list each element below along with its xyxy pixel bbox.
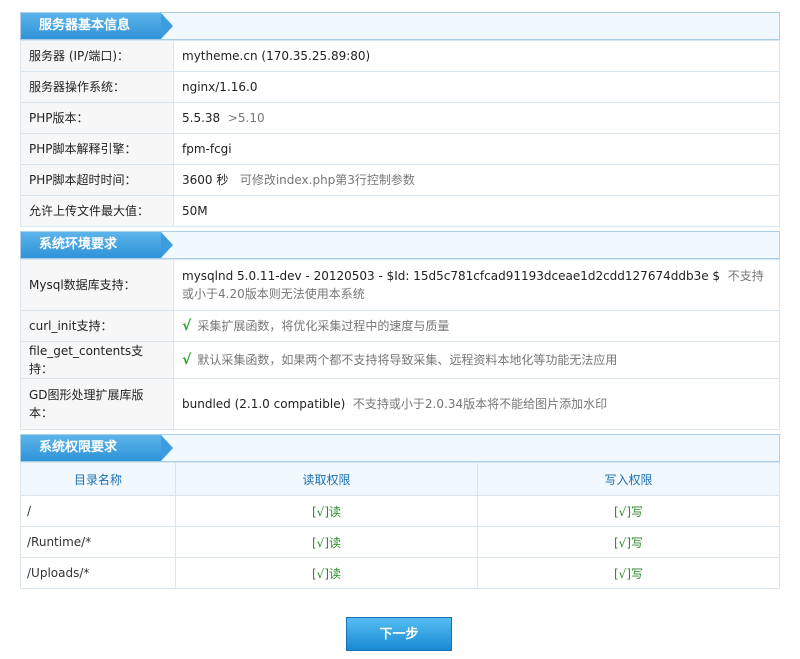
row-value: √ 采集扩展函数，将优化采集过程中的速度与质量: [173, 310, 780, 342]
table-row: 允许上传文件最大值： 50M: [20, 195, 780, 227]
table-header-row: 目录名称 读取权限 写入权限: [20, 462, 780, 496]
table-row: /Runtime/* [√]读 [√]写: [20, 526, 780, 558]
permission-table: 目录名称 读取权限 写入权限 / [√]读 [√]写 /Runtime/* [√…: [20, 462, 780, 589]
value-note: 默认采集函数，如果两个都不支持将导致采集、远程资料本地化等功能无法应用: [197, 353, 618, 367]
row-value: bundled (2.1.0 compatible) 不支持或小于2.0.34版…: [173, 378, 780, 430]
check-icon: √: [182, 352, 192, 368]
row-value: √ 默认采集函数，如果两个都不支持将导致采集、远程资料本地化等功能无法应用: [173, 341, 780, 379]
row-label: 服务器操作系统：: [20, 71, 174, 103]
value-text: fpm-fcgi: [182, 142, 232, 156]
column-header-write: 写入权限: [477, 462, 780, 496]
row-value: 50M: [173, 195, 780, 227]
row-label: curl_init支持：: [20, 310, 174, 342]
read-cell: [√]读: [175, 495, 478, 527]
table-row: PHP版本： 5.5.38 >5.10: [20, 102, 780, 134]
section-title: 服务器基本信息: [21, 13, 173, 39]
dir-cell: /Runtime/*: [20, 526, 176, 558]
section-header-env: 系统环境要求: [20, 231, 780, 259]
value-text: bundled (2.1.0 compatible): [182, 397, 346, 411]
dir-cell: /: [20, 495, 176, 527]
row-value: nginx/1.16.0: [173, 71, 780, 103]
table-row: /Uploads/* [√]读 [√]写: [20, 557, 780, 589]
row-label: GD图形处理扩展库版本：: [20, 378, 174, 430]
install-check-panel: 服务器基本信息 服务器 (IP/端口)： mytheme.cn (170.35.…: [20, 12, 780, 589]
basic-info-table: 服务器 (IP/端口)： mytheme.cn (170.35.25.89:80…: [20, 40, 780, 227]
table-row: file_get_contents支持： √ 默认采集函数，如果两个都不支持将导致…: [20, 341, 780, 379]
value-text: 5.5.38: [182, 111, 221, 125]
value-note: 可修改index.php第3行控制参数: [239, 173, 415, 187]
env-table: Mysql数据库支持： mysqlnd 5.0.11-dev - 2012050…: [20, 259, 780, 430]
value-text: mysqlnd 5.0.11-dev - 20120503 - $Id: 15d…: [182, 269, 721, 283]
section-title: 系统权限要求: [21, 435, 173, 461]
table-row: PHP脚本解释引擎： fpm-fcgi: [20, 133, 780, 165]
row-label: 服务器 (IP/端口)：: [20, 40, 174, 72]
value-note: >5.10: [227, 111, 265, 125]
read-cell: [√]读: [175, 526, 478, 558]
table-row: GD图形处理扩展库版本： bundled (2.1.0 compatible) …: [20, 378, 780, 430]
value-text: nginx/1.16.0: [182, 80, 258, 94]
value-note: 不支持或小于2.0.34版本将不能给图片添加水印: [352, 397, 608, 411]
table-row: curl_init支持： √ 采集扩展函数，将优化采集过程中的速度与质量: [20, 310, 780, 342]
row-value: mytheme.cn (170.35.25.89:80): [173, 40, 780, 72]
value-note: 采集扩展函数，将优化采集过程中的速度与质量: [197, 319, 450, 333]
check-icon: √: [182, 318, 192, 334]
row-label: 允许上传文件最大值：: [20, 195, 174, 227]
row-label: PHP脚本解释引擎：: [20, 133, 174, 165]
section-title: 系统环境要求: [21, 232, 173, 258]
write-cell: [√]写: [477, 526, 780, 558]
row-label: file_get_contents支持：: [20, 341, 174, 379]
table-row: PHP脚本超时时间： 3600 秒 可修改index.php第3行控制参数: [20, 164, 780, 196]
read-cell: [√]读: [175, 557, 478, 589]
value-text: 3600 秒: [182, 173, 229, 187]
next-step-button[interactable]: 下一步: [346, 617, 452, 651]
section-header-perm: 系统权限要求: [20, 434, 780, 462]
table-row: 服务器 (IP/端口)： mytheme.cn (170.35.25.89:80…: [20, 40, 780, 72]
table-row: / [√]读 [√]写: [20, 495, 780, 527]
column-header-dir: 目录名称: [20, 462, 176, 496]
row-value: mysqlnd 5.0.11-dev - 20120503 - $Id: 15d…: [173, 259, 780, 311]
row-value: 3600 秒 可修改index.php第3行控制参数: [173, 164, 780, 196]
write-cell: [√]写: [477, 495, 780, 527]
row-label: Mysql数据库支持：: [20, 259, 174, 311]
section-header-basic: 服务器基本信息: [20, 12, 780, 40]
table-row: Mysql数据库支持： mysqlnd 5.0.11-dev - 2012050…: [20, 259, 780, 311]
row-value: 5.5.38 >5.10: [173, 102, 780, 134]
column-header-read: 读取权限: [175, 462, 478, 496]
write-cell: [√]写: [477, 557, 780, 589]
value-text: 50M: [182, 204, 208, 218]
row-value: fpm-fcgi: [173, 133, 780, 165]
table-row: 服务器操作系统： nginx/1.16.0: [20, 71, 780, 103]
dir-cell: /Uploads/*: [20, 557, 176, 589]
value-text: mytheme.cn (170.35.25.89:80): [182, 49, 371, 63]
row-label: PHP脚本超时时间：: [20, 164, 174, 196]
row-label: PHP版本：: [20, 102, 174, 134]
